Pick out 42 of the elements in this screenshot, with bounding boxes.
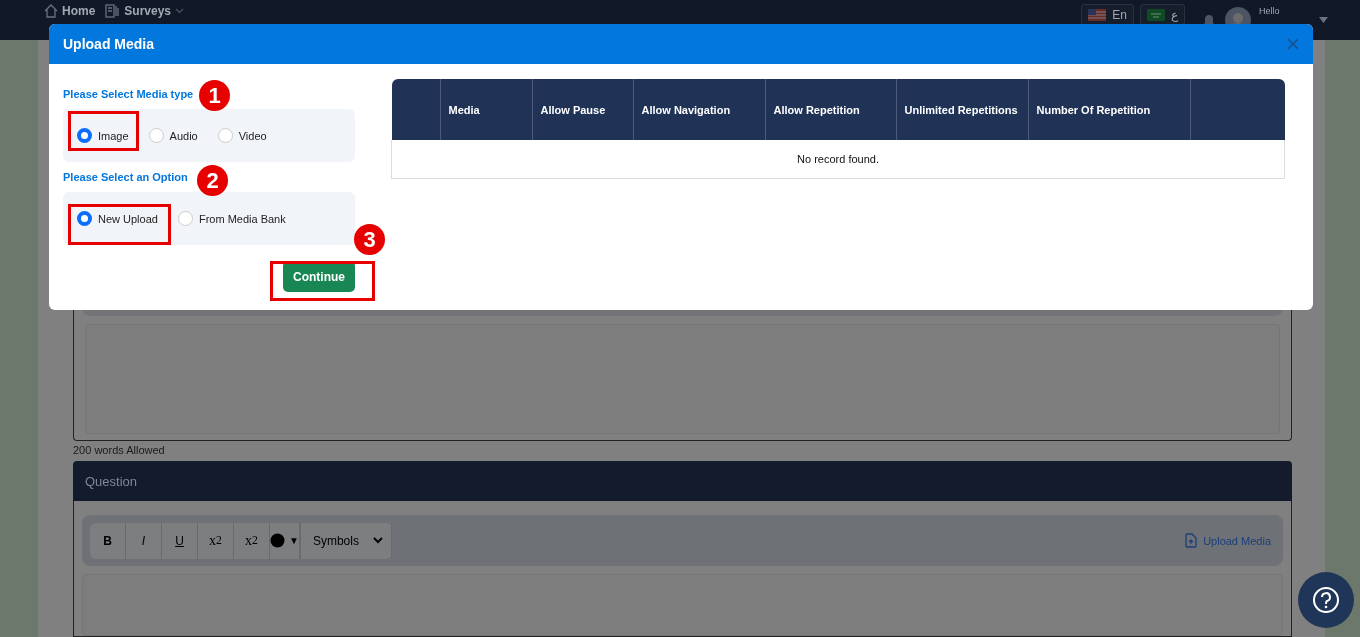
color-swatch-icon	[270, 533, 285, 548]
help-icon[interactable]	[1298, 572, 1354, 628]
group-label: Please Select an Option	[63, 171, 188, 183]
radio-option[interactable]: Audio	[142, 128, 204, 143]
step-number: 1	[199, 80, 230, 111]
chevron-icon	[372, 537, 383, 544]
column-header: Media	[440, 79, 532, 140]
flag-icon	[1147, 8, 1165, 21]
nav-link[interactable]: Surveys	[124, 4, 172, 18]
caret-icon[interactable]	[1319, 17, 1328, 23]
flag-icon	[1088, 8, 1107, 21]
clipboard-icon	[105, 4, 121, 18]
step-number: 2	[197, 165, 228, 196]
file-upload-icon	[1185, 533, 1198, 548]
language-button[interactable]: ع	[1140, 4, 1185, 25]
greeting: Hello	[1259, 6, 1281, 16]
bell-icon[interactable]	[1203, 13, 1215, 27]
step-number: 3	[354, 224, 385, 255]
chevron-icon	[175, 8, 185, 14]
radio-option[interactable]: New Upload	[71, 211, 164, 226]
radio-option[interactable]: Video	[211, 128, 273, 143]
language-button[interactable]: En	[1081, 4, 1134, 25]
italic-button[interactable]: I	[126, 522, 162, 559]
group-label: Please Select Media type	[63, 88, 194, 100]
column-header: Number Of Repetition	[1028, 79, 1190, 140]
column-header: Allow Navigation	[633, 79, 765, 140]
radio-option[interactable]: Image	[71, 128, 135, 143]
question-header: Question	[73, 461, 1292, 501]
home-icon	[44, 4, 58, 18]
underline-button[interactable]: U	[162, 522, 198, 559]
column-header: Allow Pause	[532, 79, 633, 140]
symbols-dropdown[interactable]: Symbols	[299, 522, 392, 559]
column-header: Unlimited Repetitions	[896, 79, 1028, 140]
modal-title: Upload Media	[63, 36, 155, 52]
highlight-box	[68, 111, 139, 151]
empty-message: No record found.	[391, 140, 1285, 179]
column-header: Allow Repetition	[765, 79, 896, 140]
radio-option[interactable]: From Media Bank	[171, 211, 292, 226]
color-picker[interactable]: ▼	[270, 522, 300, 559]
bold-button[interactable]: B	[90, 522, 126, 559]
nav-link[interactable]: Home	[62, 4, 96, 18]
word-limit-note: 200 words Allowed	[73, 444, 166, 457]
